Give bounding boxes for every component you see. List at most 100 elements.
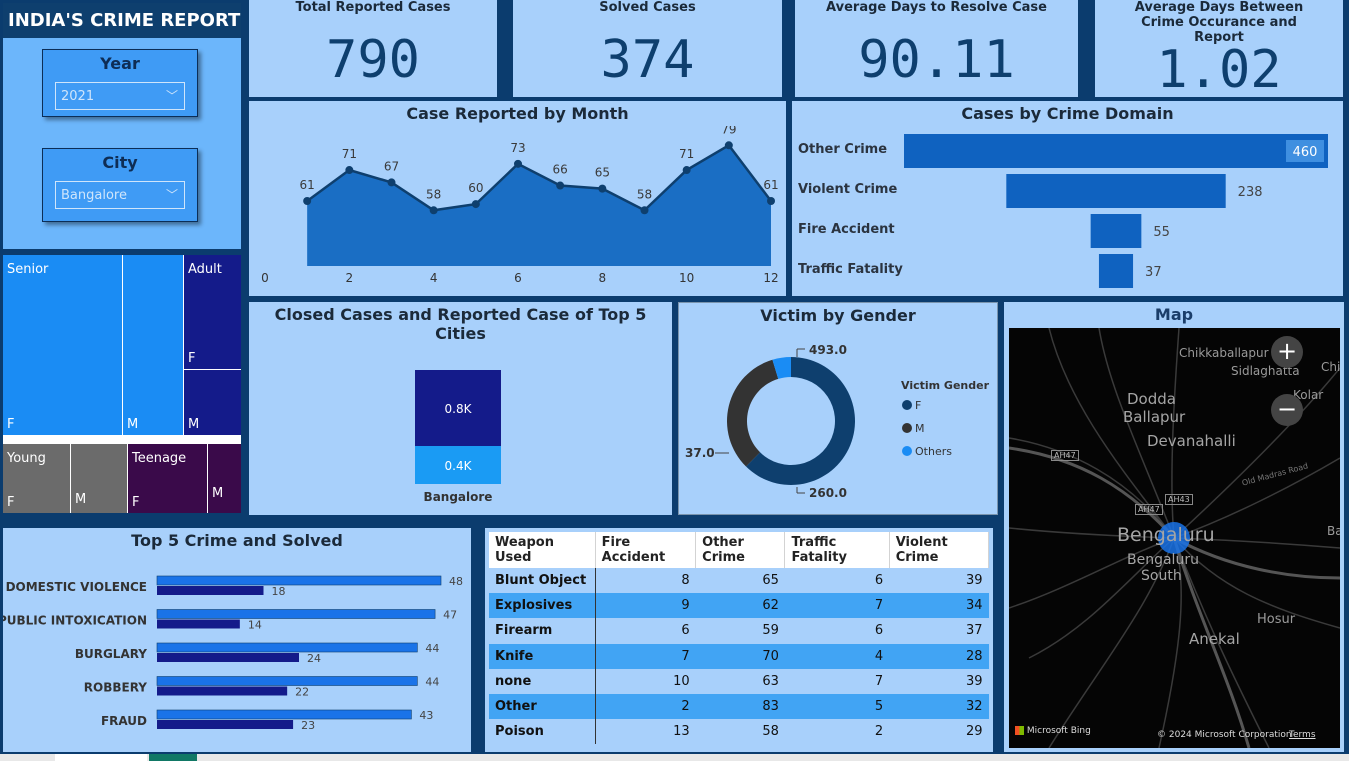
- chart-title: Victim by Gender: [760, 306, 916, 325]
- x-tick-label: 12: [763, 271, 778, 285]
- donut-chart-svg: 493.0 260.0 37.0 Victim Gender FM Others: [685, 343, 990, 500]
- page-tab[interactable]: [55, 754, 147, 761]
- city-chart-svg: 0.8K 0.4K Bangalore: [415, 370, 501, 504]
- map-label: Devanahalli: [1147, 432, 1236, 450]
- map-panel[interactable]: Map Chikkaballapur Sidlaghatta Chi Kolar…: [1004, 302, 1344, 752]
- data-label: 44: [425, 642, 439, 655]
- x-tick-label: 8: [599, 271, 607, 285]
- treemap-young-f[interactable]: Young F: [3, 444, 70, 513]
- table-row[interactable]: none 10 63 7 39: [489, 668, 989, 694]
- terms-link[interactable]: Terms: [1289, 730, 1316, 740]
- map-canvas[interactable]: Chikkaballapur Sidlaghatta Chi Kolar Dod…: [1009, 328, 1340, 748]
- table-cell: 6: [784, 568, 890, 594]
- table-row[interactable]: Poison 13 58 2 29: [489, 719, 989, 745]
- kpi-avg-days-report: Average Days Between Crime Occurance and…: [1095, 0, 1343, 100]
- treemap-young-m[interactable]: M: [71, 444, 127, 513]
- page-tab-active[interactable]: [149, 754, 197, 761]
- data-label: 18: [272, 585, 286, 598]
- zoom-in-button[interactable]: +: [1271, 336, 1303, 368]
- x-tick-label: 0: [261, 271, 269, 285]
- road-label: AH43: [1165, 494, 1193, 505]
- kpi-title: Average Days Between Crime Occurance and…: [1134, 0, 1304, 45]
- victim-by-gender-chart[interactable]: Victim by Gender 493.0 260.0 37.0 Victim Ge…: [678, 302, 998, 515]
- bar-solved: [157, 686, 288, 696]
- data-label: 48: [449, 575, 463, 588]
- chart-title: Top 5 Crime and Solved: [131, 531, 343, 550]
- bar: [904, 134, 1328, 168]
- table-row-label: Blunt Object: [489, 568, 596, 594]
- legend-marker: [902, 423, 912, 433]
- treemap-senior-m[interactable]: M: [123, 255, 183, 435]
- data-label: 44: [425, 676, 439, 689]
- map-label: Bengaluru: [1127, 552, 1199, 568]
- line-chart-svg: 61 71 67 58 60 73 66 65 58 71 79 61 0 2 4 6 8 10 12: [261, 126, 778, 285]
- year-slicer[interactable]: Year 2021 ﹀: [42, 49, 198, 117]
- victim-age-treemap[interactable]: Senior F M Adult F M Young F M Teenage F…: [3, 255, 241, 513]
- table-row-label: Firearm: [489, 618, 596, 644]
- treemap-cell-label: M: [75, 492, 87, 507]
- table-header-cell[interactable]: Other Crime: [695, 532, 786, 568]
- cases-by-month-chart[interactable]: Case Reported by Month 61 71 67 58 60 73 66 65 5…: [249, 101, 786, 296]
- area-fill: [307, 145, 771, 266]
- kpi-avg-days-resolve: Average Days to Resolve Case 90.11: [795, 0, 1078, 97]
- data-label: 65: [595, 166, 610, 180]
- table-row[interactable]: Firearm 6 59 6 37: [489, 618, 989, 644]
- category-label: Violent Crime: [798, 182, 897, 197]
- table-cell: 6: [595, 618, 696, 644]
- legend-marker: [902, 446, 912, 456]
- bar-solved: [157, 619, 240, 629]
- table-row[interactable]: Blunt Object 8 65 6 39: [489, 568, 989, 594]
- map-label: Chi: [1321, 360, 1340, 374]
- category-label: PUBLIC INTOXICATION: [3, 614, 147, 628]
- table-cell: 63: [695, 668, 785, 694]
- data-label: 14: [248, 619, 262, 632]
- category-label: Fire Accident: [798, 222, 895, 237]
- category-label: DOMESTIC VIOLENCE: [6, 580, 147, 594]
- table-header-cell[interactable]: Fire Accident: [595, 532, 697, 568]
- table-row[interactable]: Knife 7 70 4 28: [489, 643, 989, 669]
- treemap-teenage-f[interactable]: Teenage F: [128, 444, 207, 513]
- table-header-cell[interactable]: Weapon Used: [489, 532, 596, 568]
- category-label: ROBBERY: [84, 681, 148, 695]
- city-dropdown[interactable]: Bangalore ﹀: [55, 181, 185, 209]
- top5-crime-solved-chart[interactable]: Top 5 Crime and Solved DOMESTIC VIOLENCE…: [3, 528, 471, 752]
- data-point: [429, 206, 438, 215]
- treemap-adult-m[interactable]: M: [184, 370, 241, 435]
- data-label: 260.0: [809, 486, 847, 500]
- table-row[interactable]: Explosives 9 62 7 34: [489, 593, 989, 619]
- map-label: Ba: [1327, 524, 1340, 538]
- zoom-out-button[interactable]: −: [1271, 394, 1303, 426]
- data-label: 43: [419, 709, 433, 722]
- map-label: Chikkaballapur: [1179, 346, 1269, 360]
- table-row[interactable]: Other 2 83 5 32: [489, 693, 989, 720]
- city-slicer[interactable]: City Bangalore ﹀: [42, 148, 198, 222]
- data-point: [471, 200, 480, 209]
- table-cell: 4: [784, 643, 890, 669]
- table-cell: 39: [889, 568, 989, 594]
- treemap-adult-f[interactable]: Adult F: [184, 255, 241, 369]
- treemap-senior-f[interactable]: Senior F: [3, 255, 122, 435]
- table-cell: 8: [595, 568, 696, 594]
- table-header-cell[interactable]: Violent Crime: [889, 532, 990, 568]
- table-header-cell[interactable]: Traffic Fatality: [784, 532, 890, 568]
- domain-chart-svg: Other Crime 460 Violent Crime 238 Fire Accid…: [798, 134, 1328, 288]
- cases-by-domain-chart[interactable]: Cases by Crime Domain Other Crime 460 Viol…: [792, 101, 1343, 296]
- table-header-row: Weapon Used Fire Accident Other Crime Tr…: [489, 532, 990, 568]
- year-dropdown[interactable]: 2021 ﹀: [55, 82, 185, 110]
- legend-marker: [902, 400, 912, 410]
- treemap-teenage-m[interactable]: M: [208, 444, 241, 513]
- data-label: 71: [679, 147, 694, 161]
- treemap-group-label: Senior: [7, 262, 49, 277]
- data-point: [387, 178, 396, 187]
- year-slicer-title: Year: [100, 54, 140, 73]
- map-label: Hosur: [1257, 612, 1296, 627]
- weapons-table-panel[interactable]: Weapon Used Fire Accident Other Crime Tr…: [485, 528, 993, 752]
- chevron-down-icon: ﹀: [165, 89, 178, 103]
- data-label: 60: [468, 181, 483, 195]
- bar-total: [156, 575, 442, 586]
- data-point: [682, 166, 691, 175]
- table-cell: 28: [889, 643, 989, 669]
- top5-cities-chart[interactable]: Closed Cases and Reported Case of Top 5 …: [249, 302, 672, 515]
- kpi-value: 374: [600, 30, 695, 90]
- table-cell: 37: [889, 618, 989, 644]
